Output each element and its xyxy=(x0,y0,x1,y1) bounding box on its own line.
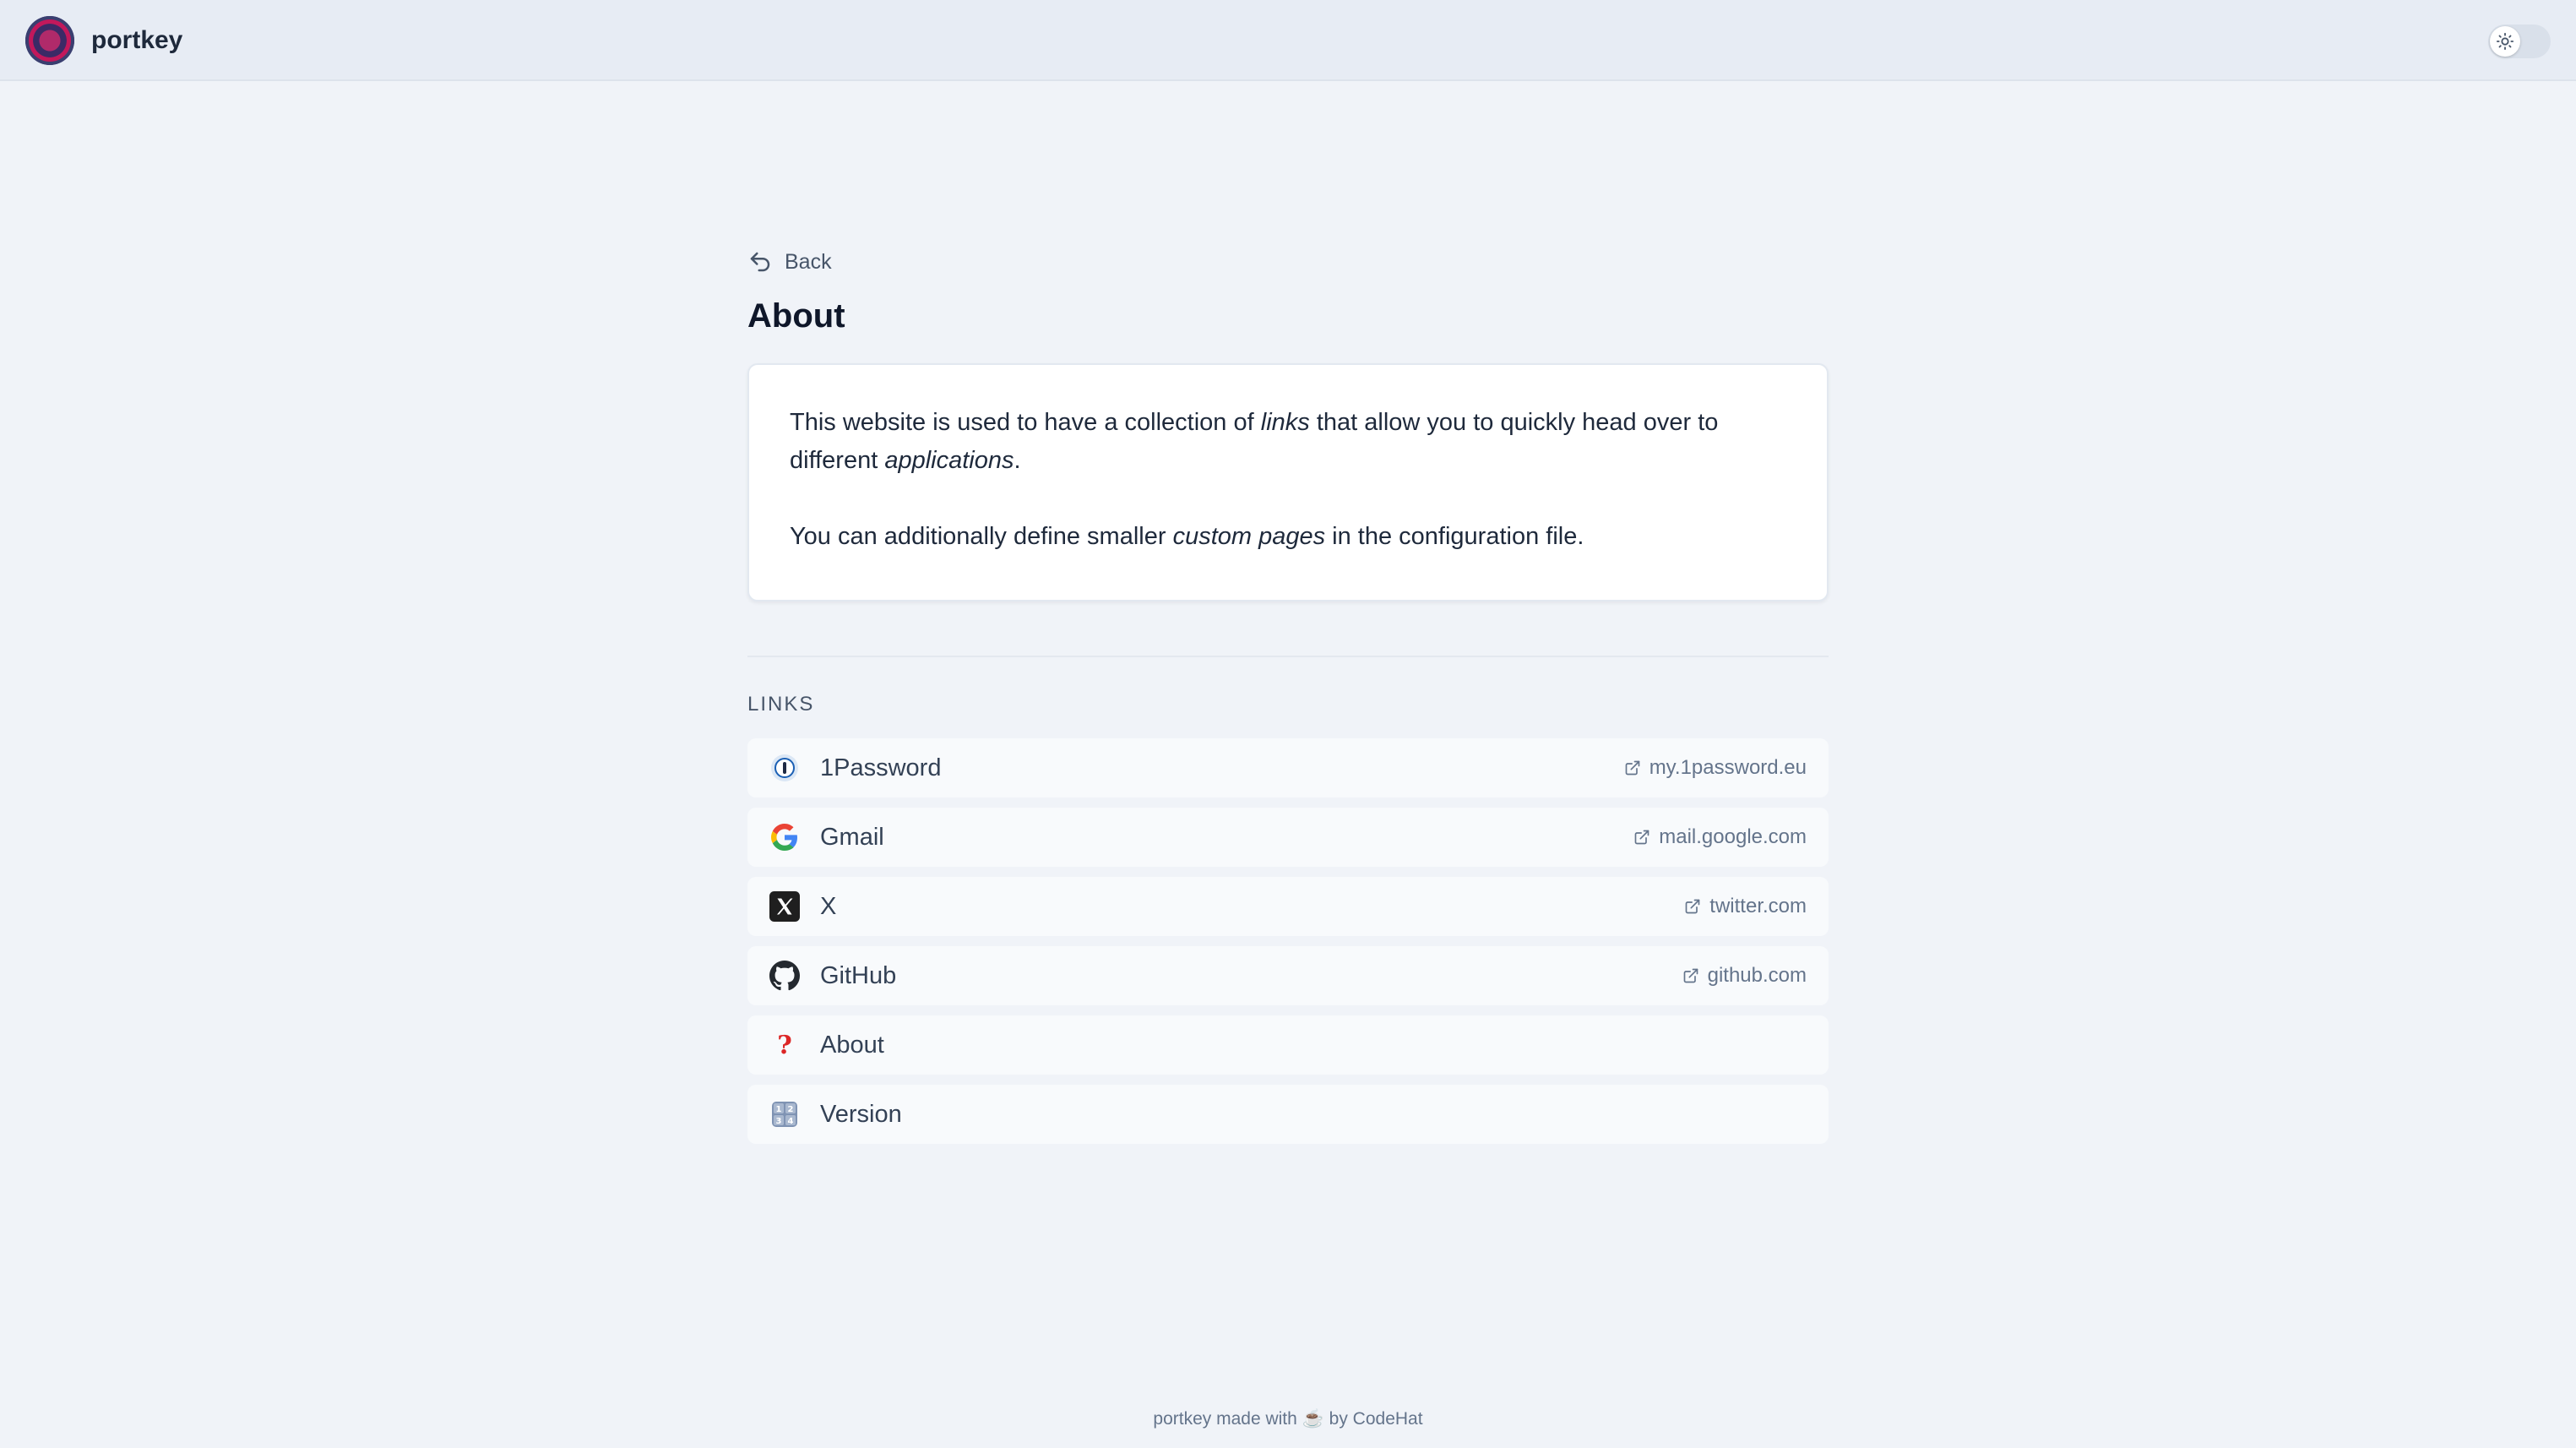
emphasis-links: links xyxy=(1260,409,1310,436)
onepassword-icon xyxy=(769,753,800,783)
divider xyxy=(747,656,1829,657)
page-title: About xyxy=(747,297,845,335)
theme-toggle[interactable] xyxy=(2488,24,2551,58)
link-label: About xyxy=(820,1031,884,1059)
link-host-text: mail.google.com xyxy=(1659,825,1807,848)
link-host-text: github.com xyxy=(1707,964,1807,987)
external-link-icon xyxy=(1685,899,1700,914)
back-link[interactable]: Back xyxy=(747,237,1829,287)
link-item-x[interactable]: X twitter.com xyxy=(747,877,1829,936)
about-paragraph-1: This website is used to have a collectio… xyxy=(790,404,1786,480)
link-item-about[interactable]: ? About xyxy=(747,1015,1829,1075)
text-segment: . xyxy=(1014,447,1021,474)
link-label: Version xyxy=(820,1100,902,1128)
google-icon xyxy=(769,822,800,852)
link-host: mail.google.com xyxy=(1633,808,1807,867)
main-content: Back About This website is used to have … xyxy=(747,237,1829,1154)
link-item-gmail[interactable]: Gmail mail.google.com xyxy=(747,808,1829,867)
footer-made-with: portkey made with xyxy=(1153,1409,1297,1429)
about-card: This website is used to have a collectio… xyxy=(747,363,1829,602)
x-icon xyxy=(769,891,800,922)
links-section-label: LINKS xyxy=(747,693,815,716)
top-bar: portkey xyxy=(0,0,2576,81)
svg-text:3: 3 xyxy=(776,1117,782,1126)
links-list: 1Password my.1password.eu Gmail mail.goo… xyxy=(747,738,1829,1144)
portkey-logo-icon xyxy=(25,16,74,65)
brand[interactable]: portkey xyxy=(25,16,182,65)
text-segment: in the configuration file. xyxy=(1325,523,1584,550)
svg-text:1: 1 xyxy=(776,1105,782,1114)
emphasis-applications: applications xyxy=(884,447,1014,474)
svg-text:2: 2 xyxy=(788,1105,794,1114)
link-label: Gmail xyxy=(820,823,884,851)
text-segment: This website is used to have a collectio… xyxy=(790,409,1261,436)
external-link-icon xyxy=(1625,760,1640,776)
github-icon xyxy=(769,961,800,991)
back-arrow-icon xyxy=(750,252,770,272)
link-item-version[interactable]: 1 2 3 4 Version xyxy=(747,1085,1829,1144)
link-host: github.com xyxy=(1682,946,1807,1005)
sun-icon xyxy=(2490,26,2520,57)
link-label: GitHub xyxy=(820,961,897,989)
text-segment: You can additionally define smaller xyxy=(790,523,1173,550)
link-host: twitter.com xyxy=(1684,877,1807,936)
footer-by-codehat[interactable]: by CodeHat xyxy=(1329,1409,1423,1429)
link-host-text: twitter.com xyxy=(1709,895,1807,917)
link-host: my.1password.eu xyxy=(1624,738,1807,797)
numbers-icon: 1 2 3 4 xyxy=(769,1099,800,1130)
link-item-1password[interactable]: 1Password my.1password.eu xyxy=(747,738,1829,797)
link-host-text: my.1password.eu xyxy=(1649,756,1807,779)
coffee-icon: ☕ xyxy=(1302,1409,1324,1429)
emphasis-custom-pages: custom pages xyxy=(1172,523,1326,550)
link-label: X xyxy=(820,892,837,920)
link-label: 1Password xyxy=(820,754,942,781)
back-label: Back xyxy=(785,249,832,274)
about-paragraph-2: You can additionally define smaller cust… xyxy=(790,518,1786,556)
question-mark-icon: ? xyxy=(777,1030,792,1060)
footer: portkey made with ☕ by CodeHat xyxy=(0,1409,2576,1429)
app-name: portkey xyxy=(91,26,183,54)
svg-text:4: 4 xyxy=(788,1117,794,1126)
external-link-icon xyxy=(1683,968,1698,983)
link-item-github[interactable]: GitHub github.com xyxy=(747,946,1829,1005)
external-link-icon xyxy=(1634,830,1649,845)
